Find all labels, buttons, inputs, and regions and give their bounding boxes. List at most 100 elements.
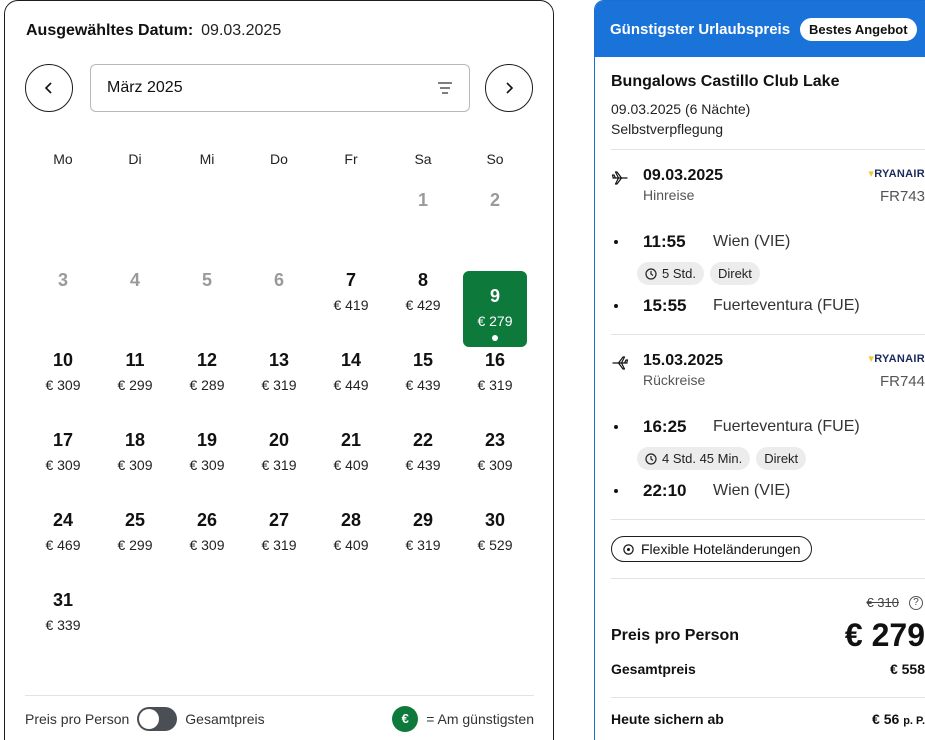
calendar-day[interactable]: 27 € 319 — [243, 495, 315, 575]
outbound-departure: 11:55 Wien (VIE) — [611, 232, 925, 252]
offer-panel: Günstigster Urlaubspreis Bestes Angebot … — [594, 0, 925, 740]
outbound-arr-place: Fuerteventura (FUE) — [713, 297, 860, 314]
toggle-left-label: Preis pro Person — [25, 710, 130, 727]
calendar-panel: Ausgewähltes Datum: 09.03.2025 März 2025… — [4, 0, 554, 740]
deposit-row: Heute sichern ab € 56 p. P. — [611, 711, 925, 727]
divider — [611, 697, 925, 698]
calendar-day[interactable]: 13 € 319 — [243, 335, 315, 415]
price-mode-toggle[interactable] — [137, 706, 178, 731]
calendar-day[interactable]: 17 € 309 — [27, 415, 99, 495]
calendar-day[interactable]: 26 € 309 — [171, 495, 243, 575]
calendar-day[interactable]: 23 € 309 — [459, 415, 531, 495]
calendar-day[interactable]: 29 € 319 — [387, 495, 459, 575]
previous-month-button[interactable] — [25, 64, 73, 112]
return-dep-place: Fuerteventura (FUE) — [713, 418, 860, 435]
calendar-day[interactable]: 22 € 439 — [387, 415, 459, 495]
outbound-arr-time: 15:55 — [643, 296, 687, 315]
day-price: € 309 — [117, 457, 153, 473]
outbound-flight-number: FR743 — [879, 188, 925, 205]
day-number: 5 — [201, 270, 212, 290]
flexible-hotel-changes-button[interactable]: Flexible Hoteländerungen — [611, 536, 812, 562]
month-select[interactable]: März 2025 — [90, 64, 470, 112]
price-per-person-value: € 279 — [844, 617, 925, 653]
calendar-day[interactable]: 30 € 529 — [459, 495, 531, 575]
day-number: 21 — [340, 430, 361, 450]
calendar-day[interactable]: 10 € 309 — [27, 335, 99, 415]
day-number: 24 — [52, 510, 73, 530]
calendar-day[interactable]: 15 € 439 — [387, 335, 459, 415]
day-price: € 529 — [477, 537, 513, 553]
calendar-day[interactable]: 16 € 319 — [459, 335, 531, 415]
calendar-day[interactable]: 12 € 289 — [171, 335, 243, 415]
day-price: € 319 — [477, 377, 513, 393]
calendar-day[interactable]: 7 € 419 — [315, 255, 387, 335]
return-flight-header: 15.03.2025 Rückreise ▾RYANAIR FR744 — [611, 352, 925, 390]
day-number: 12 — [196, 350, 217, 370]
calendar-day[interactable]: 14 € 449 — [315, 335, 387, 415]
outbound-flight-header: 09.03.2025 Hinreise ▾RYANAIR FR743 — [611, 167, 925, 205]
chevron-left-icon — [44, 82, 52, 94]
day-price: € 309 — [189, 537, 225, 553]
day-number: 28 — [340, 510, 361, 530]
hotel-dates: 09.03.2025 (6 Nächte) — [611, 101, 751, 117]
chevron-right-icon — [506, 82, 514, 94]
calendar-day: 6 — [243, 255, 315, 335]
day-number: 14 — [340, 350, 361, 370]
empty-cell — [171, 175, 243, 255]
day-price: € 319 — [405, 537, 441, 553]
day-number: 16 — [484, 350, 505, 370]
calendar-day[interactable]: 20 € 319 — [243, 415, 315, 495]
day-number: 17 — [52, 430, 73, 450]
weekday-label: Sa — [414, 151, 432, 167]
outbound-airline: ▾RYANAIR FR743 — [868, 167, 925, 205]
day-number: 31 — [52, 590, 73, 610]
day-number: 3 — [57, 270, 68, 290]
divider — [611, 578, 925, 579]
outbound-date: 09.03.2025 — [643, 167, 724, 184]
outbound-dep-place: Wien (VIE) — [713, 233, 791, 250]
stops-chip: Direkt — [756, 447, 807, 470]
calendar-day: 5 — [171, 255, 243, 335]
calendar-day[interactable]: 28 € 409 — [315, 495, 387, 575]
calendar-day: 2 — [459, 175, 531, 255]
calendar-day[interactable]: 18 € 309 — [99, 415, 171, 495]
price-mode-toggle-group: Preis pro Person Gesamtpreis — [25, 706, 265, 731]
day-price: € 449 — [333, 377, 369, 393]
day-price: € 339 — [45, 617, 81, 633]
next-month-button[interactable] — [485, 64, 533, 112]
calendar-day[interactable]: 8 € 429 — [387, 255, 459, 335]
help-icon[interactable]: ? — [909, 595, 923, 610]
weekday-label: Mi — [199, 151, 215, 167]
day-price: € 309 — [189, 457, 225, 473]
day-number: 13 — [268, 350, 289, 370]
divider — [611, 149, 925, 150]
outbound-direction: Hinreise — [643, 187, 695, 203]
stops-chip: Direkt — [709, 262, 760, 285]
offer-header: Günstigster Urlaubspreis Bestes Angebot — [595, 1, 925, 57]
day-price: € 419 — [333, 297, 369, 313]
calendar-day[interactable]: 24 € 469 — [27, 495, 99, 575]
outbound-dep-time: 11:55 — [643, 232, 686, 251]
empty-cell — [315, 175, 387, 255]
legend-text: = Am günstigsten — [426, 710, 534, 727]
day-number: 8 — [417, 270, 428, 290]
toggle-knob — [139, 708, 160, 729]
calendar-day[interactable]: 19 € 309 — [171, 415, 243, 495]
calendar-day[interactable]: 21 € 409 — [315, 415, 387, 495]
selected-date-label: Ausgewähltes Datum: — [26, 22, 194, 39]
calendar-day[interactable]: 11 € 299 — [99, 335, 171, 415]
duration-chip: 4 Std. 45 Min. — [637, 447, 751, 470]
total-price-value: € 558 — [889, 661, 925, 677]
calendar-day[interactable]: 31 € 339 — [27, 575, 99, 655]
calendar-day[interactable]: 25 € 299 — [99, 495, 171, 575]
return-arrival: 22:10 Wien (VIE) — [611, 481, 925, 501]
day-price: € 439 — [405, 457, 441, 473]
return-airline: ▾RYANAIR FR744 — [868, 352, 925, 390]
day-price: € 409 — [333, 457, 369, 473]
return-arr-time: 22:10 — [643, 481, 687, 500]
day-number: 6 — [273, 270, 284, 290]
clock-icon — [645, 452, 657, 465]
calendar-day: 3 — [27, 255, 99, 335]
deposit-label: Heute sichern ab — [611, 711, 724, 727]
plane-departure-icon — [611, 167, 643, 203]
